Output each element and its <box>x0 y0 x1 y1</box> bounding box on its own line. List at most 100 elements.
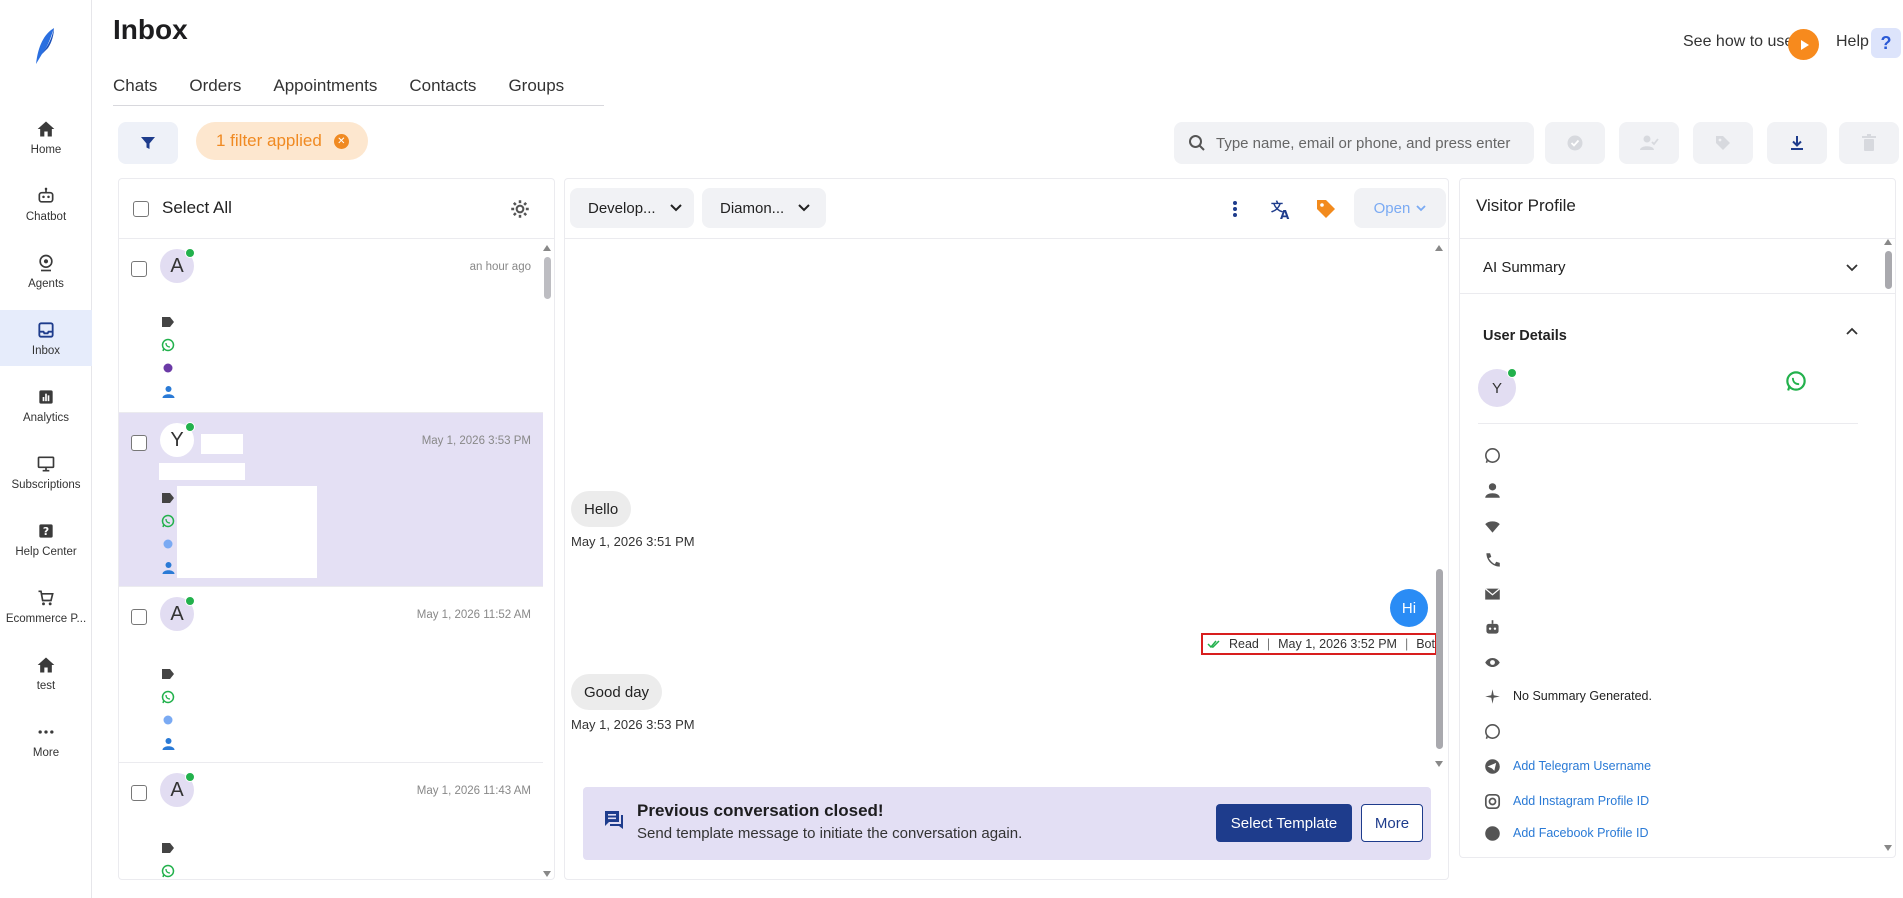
chat-item-checkbox[interactable] <box>131 609 147 625</box>
chat-list-panel: Select All A an hour ago Y May 1, 2026 3… <box>118 178 555 880</box>
nav-analytics[interactable]: Analytics <box>0 377 92 433</box>
tag-button[interactable] <box>1693 122 1753 164</box>
more-button[interactable]: More <box>1361 804 1423 842</box>
chat-list-item[interactable]: A May 1, 2026 11:43 AM <box>119 763 543 879</box>
profile-scrollbar[interactable] <box>1885 251 1892 289</box>
ai-summary-toggle[interactable]: AI Summary <box>1483 259 1566 276</box>
assigned-agent-icon <box>161 736 175 750</box>
status-open-dropdown[interactable]: Open <box>1354 188 1446 228</box>
tab-contacts[interactable]: Contacts <box>409 76 476 96</box>
nav-test[interactable]: test <box>0 645 92 701</box>
nav-inbox[interactable]: Inbox <box>0 310 92 366</box>
nav-home[interactable]: Home <box>0 109 92 165</box>
analytics-icon <box>39 389 53 404</box>
tab-chats[interactable]: Chats <box>113 76 157 96</box>
chat-list-item-selected[interactable]: Y May 1, 2026 3:53 PM <box>119 413 543 587</box>
chat-list-scrollbar[interactable] <box>544 257 551 299</box>
profile-whatsapp-row-2 <box>1484 720 1864 742</box>
download-button[interactable] <box>1767 122 1827 164</box>
nav-agents[interactable]: Agents <box>0 243 92 299</box>
brand-logo-icon[interactable] <box>24 24 68 70</box>
help-question-icon[interactable]: ? <box>1871 28 1901 58</box>
conversation-panel: Develop... Diamon... 文 A Open Hello May … <box>564 178 1450 880</box>
mark-resolved-button[interactable] <box>1545 122 1605 164</box>
visitor-profile-title: Visitor Profile <box>1476 196 1576 215</box>
conversation-header: Develop... Diamon... 文 A Open <box>565 179 1450 239</box>
conversation-closed-banner: Previous conversation closed! Send templ… <box>583 787 1431 860</box>
nav-label: Home <box>30 143 62 156</box>
translate-icon[interactable]: 文 A <box>1270 198 1292 220</box>
scroll-down-arrow[interactable] <box>543 871 551 877</box>
assigned-agent-icon <box>161 560 175 574</box>
status-dot-icon <box>161 713 175 727</box>
nav-label: test <box>36 679 56 692</box>
outgoing-message-bubble: Hi <box>1390 589 1428 627</box>
monitor-icon <box>37 456 55 471</box>
chat-item-checkbox[interactable] <box>131 785 147 801</box>
department-dropdown[interactable]: Develop... <box>570 188 694 228</box>
incoming-message-bubble: Good day <box>571 674 663 710</box>
nav-label: More <box>32 746 60 759</box>
tab-groups[interactable]: Groups <box>508 76 564 96</box>
no-summary-text: No Summary Generated. <box>1513 689 1652 703</box>
chevron-down-icon <box>798 204 810 212</box>
chevron-down-icon <box>669 204 682 212</box>
profile-phone-row <box>1484 549 1864 571</box>
whatsapp-outline-icon <box>1485 447 1500 463</box>
chat-time: an hour ago <box>469 261 531 273</box>
scroll-down-arrow[interactable] <box>1435 761 1443 767</box>
nav-help-center[interactable]: ? Help Center <box>0 511 92 567</box>
chevron-up-icon[interactable] <box>1846 327 1858 335</box>
add-instagram-link[interactable]: Add Instagram Profile ID <box>1513 794 1649 808</box>
chat-list-item[interactable]: A May 1, 2026 11:52 AM <box>119 587 543 763</box>
delete-button[interactable] <box>1839 122 1899 164</box>
visitor-avatar: Y <box>1478 368 1517 407</box>
chat-item-checkbox[interactable] <box>131 261 147 277</box>
facebook-messenger-icon <box>1485 825 1500 841</box>
chevron-down-icon <box>1416 204 1426 211</box>
tab-orders[interactable]: Orders <box>189 76 241 96</box>
chat-item-checkbox[interactable] <box>131 435 147 451</box>
chat-time: May 1, 2026 11:43 AM <box>416 785 531 797</box>
filter-button[interactable] <box>118 122 178 164</box>
nav-more[interactable]: More <box>0 712 92 768</box>
add-telegram-link[interactable]: Add Telegram Username <box>1513 759 1651 773</box>
select-all-checkbox[interactable] <box>133 201 149 217</box>
add-facebook-link[interactable]: Add Facebook Profile ID <box>1513 826 1649 840</box>
online-status-dot <box>185 772 195 782</box>
online-status-dot <box>185 596 195 606</box>
see-how-to-use-link[interactable]: See how to use <box>1683 33 1793 51</box>
redacted-name-block <box>201 434 243 454</box>
nav-ecommerce[interactable]: Ecommerce P... <box>0 578 92 634</box>
tag-icon[interactable] <box>1316 199 1336 219</box>
eye-icon <box>1485 657 1500 667</box>
scroll-up-arrow[interactable] <box>543 245 551 251</box>
filter-applied-badge[interactable]: 1 filter applied ✕ <box>196 122 368 160</box>
status-dot-icon <box>161 537 175 551</box>
conversation-scrollbar[interactable] <box>1436 569 1443 749</box>
profile-bot-row <box>1484 616 1864 638</box>
chevron-down-icon[interactable] <box>1846 264 1858 272</box>
nav-subscriptions[interactable]: Subscriptions <box>0 444 92 500</box>
whatsapp-icon <box>161 690 175 704</box>
assign-agent-button[interactable] <box>1619 122 1679 164</box>
select-template-button[interactable]: Select Template <box>1216 804 1352 842</box>
clear-filter-icon[interactable]: ✕ <box>333 133 349 149</box>
chat-bubble-icon <box>605 811 623 829</box>
gear-icon[interactable] <box>510 199 530 219</box>
chat-list-item[interactable]: A an hour ago <box>119 239 543 413</box>
kebab-menu-icon[interactable] <box>1232 200 1238 218</box>
profile-instagram-row: Add Instagram Profile ID <box>1484 790 1864 812</box>
scroll-up-arrow[interactable] <box>1435 245 1443 251</box>
scroll-down-arrow[interactable] <box>1884 845 1892 851</box>
help-link[interactable]: Help <box>1836 33 1869 51</box>
whatsapp-icon[interactable] <box>1785 370 1807 392</box>
nav-chatbot[interactable]: Chatbot <box>0 176 92 232</box>
agent-dropdown[interactable]: Diamon... <box>702 188 826 228</box>
tab-appointments[interactable]: Appointments <box>273 76 377 96</box>
search-input[interactable] <box>1216 134 1516 152</box>
user-details-toggle[interactable]: User Details <box>1483 328 1567 344</box>
profile-whatsapp-row <box>1484 444 1864 466</box>
play-icon[interactable] <box>1788 29 1819 60</box>
scroll-up-arrow[interactable] <box>1884 239 1892 245</box>
